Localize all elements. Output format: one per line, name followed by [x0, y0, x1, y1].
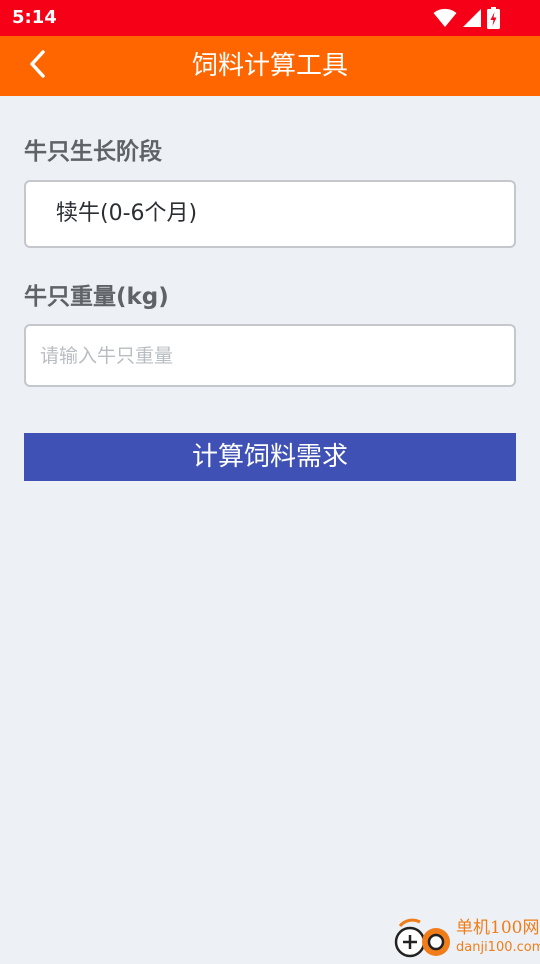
watermark-name: 单机100网: [456, 918, 540, 938]
watermark-logo-icon: [390, 918, 454, 964]
app-bar: 饲料计算工具: [0, 36, 540, 96]
watermark-domain: danji100.com: [456, 940, 540, 955]
growth-stage-label: 牛只生长阶段: [24, 139, 162, 165]
weight-label: 牛只重量(kg): [24, 284, 169, 310]
growth-stage-select[interactable]: 犊牛(0-6个月): [24, 180, 516, 248]
battery-charging-icon: [487, 7, 500, 29]
wifi-icon: [433, 8, 457, 28]
status-time: 5:14: [12, 7, 57, 28]
calculate-feed-button[interactable]: 计算饲料需求: [24, 433, 516, 481]
page-title: 饲料计算工具: [191, 51, 348, 81]
growth-stage-selected-value: 犊牛(0-6个月): [56, 201, 198, 226]
watermark: 单机100网 danji100.com: [388, 916, 540, 960]
back-button[interactable]: [18, 46, 58, 86]
weight-input[interactable]: [24, 324, 516, 387]
status-bar: 5:14: [0, 0, 540, 36]
chevron-left-icon: [28, 49, 48, 83]
cellular-signal-icon: [462, 8, 482, 28]
status-icons: [433, 7, 500, 29]
